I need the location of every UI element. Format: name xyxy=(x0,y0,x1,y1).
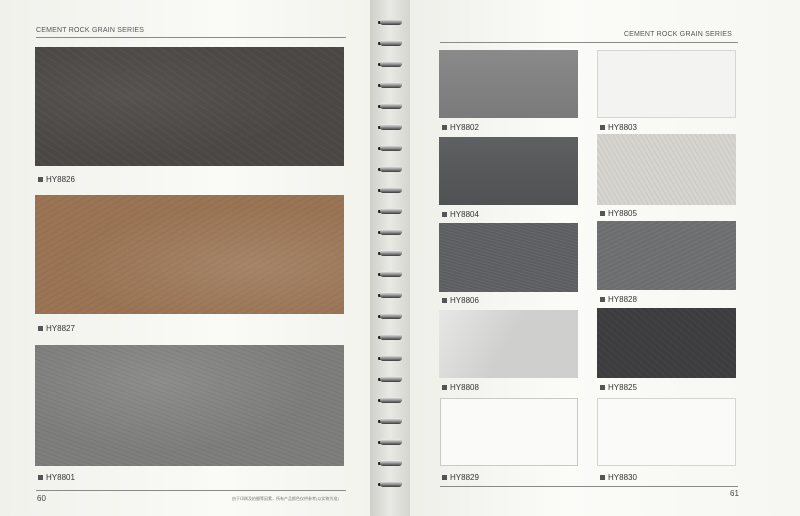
sample-label: HY8828 xyxy=(600,295,637,304)
binding-ring xyxy=(376,270,404,279)
header-rule xyxy=(36,37,346,38)
sample-swatch-hy8825 xyxy=(597,308,736,378)
binding-ring xyxy=(376,60,404,69)
sample-code: HY8802 xyxy=(450,123,479,132)
bullet-square-icon xyxy=(38,475,43,480)
binding-ring xyxy=(376,375,404,384)
binding-ring xyxy=(376,480,404,489)
sample-label: HY8829 xyxy=(442,473,479,482)
binding-ring xyxy=(376,39,404,48)
page-number: 61 xyxy=(730,489,739,498)
binding-ring xyxy=(376,396,404,405)
sample-label: HY8804 xyxy=(442,210,479,219)
left-page: CEMENT ROCK GRAIN SERIES HY8826 HY8827 H… xyxy=(0,0,370,516)
page-number: 60 xyxy=(37,494,46,503)
sample-code: HY8808 xyxy=(450,383,479,392)
sample-swatch-hy8804 xyxy=(439,137,578,205)
sample-code: HY8801 xyxy=(46,473,75,482)
sample-code: HY8825 xyxy=(608,383,637,392)
bullet-square-icon xyxy=(442,125,447,130)
sample-label: HY8825 xyxy=(600,383,637,392)
sample-swatch-hy8829 xyxy=(440,398,578,466)
bullet-square-icon xyxy=(600,385,605,390)
sample-swatch-hy8826 xyxy=(35,47,344,166)
sample-swatch-hy8808 xyxy=(439,310,578,378)
sample-label: HY8830 xyxy=(600,473,637,482)
sample-swatch-hy8801 xyxy=(35,345,344,466)
sample-swatch-hy8830 xyxy=(597,398,736,466)
bullet-square-icon xyxy=(442,475,447,480)
right-page: CEMENT ROCK GRAIN SERIES HY8802 HY8803 H… xyxy=(410,0,800,516)
bullet-square-icon xyxy=(38,177,43,182)
header-rule xyxy=(440,42,738,43)
bullet-square-icon xyxy=(600,297,605,302)
sample-label: HY8808 xyxy=(442,383,479,392)
sample-code: HY8828 xyxy=(608,295,637,304)
binding-ring xyxy=(376,186,404,195)
sample-code: HY8803 xyxy=(608,123,637,132)
binding-ring xyxy=(376,165,404,174)
sample-label: HY8827 xyxy=(38,324,75,333)
binding-ring xyxy=(376,438,404,447)
bullet-square-icon xyxy=(442,298,447,303)
series-title: CEMENT ROCK GRAIN SERIES xyxy=(36,27,145,34)
disclaimer-footnote: 由于印刷及拍摄等因素，所有产品颜色仅供参考(以实物为准) xyxy=(232,496,339,501)
binding-ring xyxy=(376,228,404,237)
sample-code: HY8805 xyxy=(608,209,637,218)
binding-ring xyxy=(376,81,404,90)
binding-ring xyxy=(376,207,404,216)
sample-code: HY8804 xyxy=(450,210,479,219)
sample-swatch-hy8802 xyxy=(439,50,578,118)
sample-code: HY8829 xyxy=(450,473,479,482)
binding-ring xyxy=(376,354,404,363)
series-title: CEMENT ROCK GRAIN SERIES xyxy=(623,31,732,38)
bullet-square-icon xyxy=(442,385,447,390)
sample-swatch-hy8803 xyxy=(597,50,736,118)
sample-label: HY8806 xyxy=(442,296,479,305)
binding-ring xyxy=(376,18,404,27)
sample-swatch-hy8828 xyxy=(597,221,736,290)
binding-ring xyxy=(376,102,404,111)
sample-label: HY8802 xyxy=(442,123,479,132)
sample-code: HY8826 xyxy=(46,175,75,184)
sample-swatch-hy8806 xyxy=(439,223,578,292)
binding-ring xyxy=(376,123,404,132)
bullet-square-icon xyxy=(600,125,605,130)
sample-label: HY8801 xyxy=(38,473,75,482)
sample-code: HY8806 xyxy=(450,296,479,305)
bullet-square-icon xyxy=(38,326,43,331)
sample-label: HY8805 xyxy=(600,209,637,218)
binding-ring xyxy=(376,459,404,468)
sample-code: HY8830 xyxy=(608,473,637,482)
bullet-square-icon xyxy=(442,212,447,217)
binding-ring xyxy=(376,291,404,300)
binding-ring xyxy=(376,333,404,342)
bullet-square-icon xyxy=(600,211,605,216)
sample-label: HY8803 xyxy=(600,123,637,132)
binding-ring xyxy=(376,417,404,426)
sample-code: HY8827 xyxy=(46,324,75,333)
footer-rule xyxy=(440,486,738,487)
sample-swatch-hy8805 xyxy=(597,134,736,205)
footer-rule xyxy=(36,490,346,491)
sample-swatch-hy8827 xyxy=(35,195,344,314)
sample-label: HY8826 xyxy=(38,175,75,184)
bullet-square-icon xyxy=(600,475,605,480)
binding-ring xyxy=(376,144,404,153)
binding-ring xyxy=(376,249,404,258)
binding-ring xyxy=(376,312,404,321)
spiral-binding xyxy=(370,0,410,516)
